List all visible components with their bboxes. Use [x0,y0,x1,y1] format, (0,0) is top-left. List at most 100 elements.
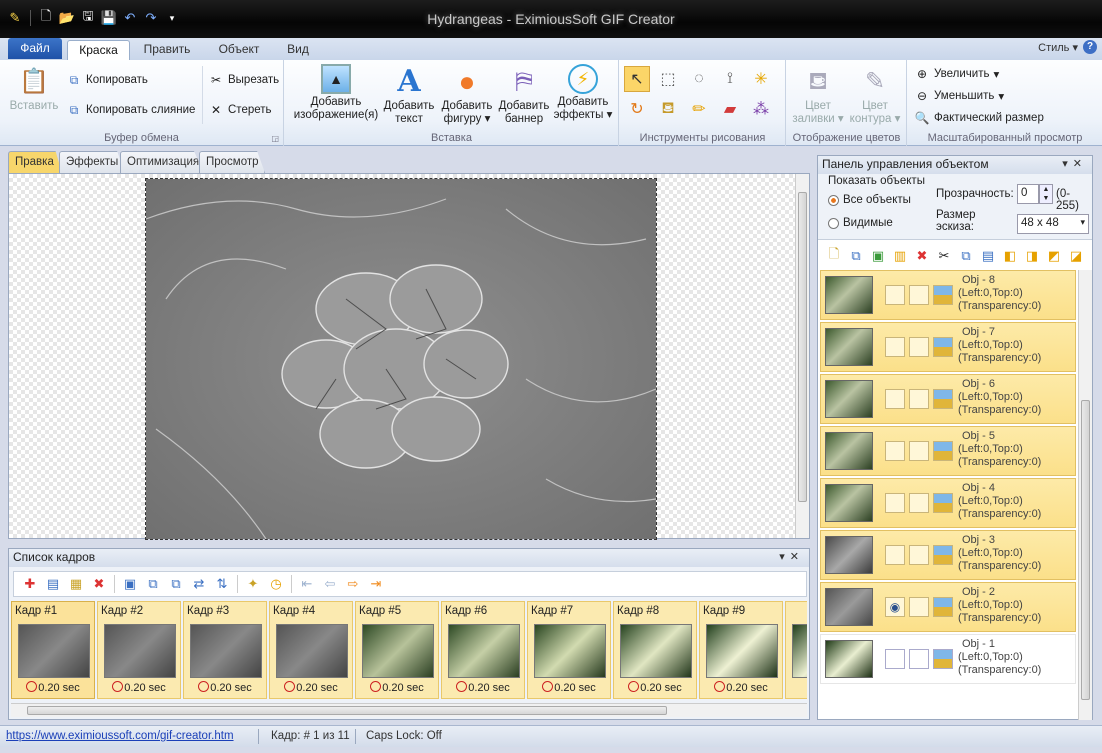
visibility-toggle[interactable] [885,389,905,409]
visibility-toggle[interactable] [885,285,905,305]
tab-edit[interactable]: Править [137,40,197,60]
cut-button[interactable]: ✂ Вырезать [208,72,279,88]
tab-paint[interactable]: Краска [67,40,130,60]
tab-view[interactable]: Вид [278,40,318,60]
canvas-vertical-scrollbar[interactable] [795,174,809,538]
send-back-icon[interactable]: ◪ [1066,246,1086,266]
object-item[interactable]: Obj - 7 (Left:0,Top:0) (Transparency:0) [820,322,1076,372]
add-image-object-icon[interactable]: ▣ [868,246,888,266]
add-frame-icon[interactable]: ✚ [20,574,40,594]
style-menu[interactable]: Стиль ▾ [1038,41,1078,54]
add-image-button[interactable]: ▲ Добавить изображение(я) [289,64,383,122]
last-frame-icon[interactable]: ⇥ [366,574,386,594]
frame-item[interactable]: Кадр #5 0.20 sec [355,601,439,699]
ellipse-select-icon[interactable]: ◌ [686,66,712,92]
close-panel-icon[interactable]: ✕ [790,551,804,563]
frame-item[interactable]: Кадр #2 0.20 sec [97,601,181,699]
radio-all-objects[interactable]: Все объекты [828,194,911,206]
visibility-toggle[interactable] [885,337,905,357]
add-banner-button[interactable]: ⛿ Добавить баннер [495,64,553,126]
pin-dropdown-icon[interactable]: ▾ [779,551,790,563]
lock-toggle[interactable] [909,545,929,565]
select-all-frames-icon[interactable]: ▣ [120,574,140,594]
tab-edit-view[interactable]: Правка [8,151,62,173]
duplicate-frame-icon[interactable]: ⧉ [143,574,163,594]
object-layers-icon[interactable]: ⧉ [956,246,976,266]
help-icon[interactable]: ? [1083,40,1097,54]
first-frame-icon[interactable]: ⇤ [297,574,317,594]
cut-object-icon[interactable]: ✂ [934,246,954,266]
delete-frame-icon[interactable]: ✖ [89,574,109,594]
tab-preview[interactable]: Просмотр [199,151,265,173]
lock-toggle[interactable] [909,441,929,461]
lock-toggle[interactable] [909,493,929,513]
lock-toggle[interactable] [909,597,929,617]
delete-object-icon[interactable]: ✖ [912,246,932,266]
object-list-scrollbar[interactable] [1078,270,1092,720]
add-text-button[interactable]: A Добавить текст [381,64,437,126]
lock-toggle[interactable] [909,337,929,357]
object-item[interactable]: Obj - 3 (Left:0,Top:0) (Transparency:0) [820,530,1076,580]
lock-toggle[interactable] [909,285,929,305]
paste-button[interactable]: 📋 Вставить [8,64,60,113]
tab-object[interactable]: Объект [208,40,270,60]
next-frame-icon[interactable]: ⇨ [343,574,363,594]
canvas-area[interactable] [8,173,810,540]
pencil-icon[interactable]: ✏ [686,96,712,122]
frame-item[interactable]: Кадр #7 0.20 sec [527,601,611,699]
spray-icon[interactable]: ⁂ [748,96,774,122]
visibility-toggle[interactable] [885,493,905,513]
radio-visible-objects[interactable]: Видимые [828,217,893,229]
add-effect-frame-icon[interactable]: ✦ [243,574,263,594]
prev-frame-icon[interactable]: ⇦ [320,574,340,594]
magic-wand-icon[interactable]: ✳ [748,66,774,92]
zoom-in-button[interactable]: ⊕ Увеличить ▾ [914,66,999,82]
website-link[interactable]: https://www.eximioussoft.com/gif-creator… [6,726,234,746]
frame-item[interactable]: Кадр #9 0.20 sec [699,601,783,699]
frame-horizontal-scrollbar[interactable] [11,703,807,717]
tab-optimization[interactable]: Оптимизация [120,151,204,173]
lock-toggle[interactable] [909,389,929,409]
object-item[interactable]: Obj - 1 (Left:0,Top:0) (Transparency:0) [820,634,1076,684]
copy-frames-icon[interactable]: ⧉ [166,574,186,594]
new-object-icon[interactable]: 🗋 [824,246,844,266]
frame-item[interactable]: Кадр #1 0.20 sec [11,601,95,699]
bring-forward-icon[interactable]: ◧ [1000,246,1020,266]
object-item[interactable]: Obj - 8 (Left:0,Top:0) (Transparency:0) [820,270,1076,320]
frame-item[interactable]: Кадр #3 0.20 sec [183,601,267,699]
lock-toggle[interactable] [909,649,929,669]
frame-timer-icon[interactable]: ◷ [266,574,286,594]
erase-button[interactable]: ✕ Стереть [208,102,272,118]
frame-scroll-thumb[interactable] [27,706,667,715]
frame-item-partial[interactable] [785,601,807,699]
select-arrow-icon[interactable]: ↖ [624,66,650,92]
edit-frame-icon[interactable]: ▦ [66,574,86,594]
frame-item[interactable]: Кадр #6 0.20 sec [441,601,525,699]
pin-dropdown-icon[interactable]: ▾ [1062,158,1073,170]
eye-icon[interactable]: ◉ [885,597,905,617]
rotate-icon[interactable]: ↻ [624,96,650,122]
outline-color-button[interactable]: ✎ Цвет контура ▾ [847,64,903,126]
copy-button[interactable]: ⧉ Копировать [66,72,148,88]
bring-front-icon[interactable]: ◩ [1044,246,1064,266]
copy-merge-button[interactable]: ⧉ Копировать слияние [66,102,196,118]
canvas-scroll-thumb[interactable] [798,192,807,502]
transparency-spinner[interactable]: ▲ ▼ [1039,184,1053,204]
object-item[interactable]: Obj - 4 (Left:0,Top:0) (Transparency:0) [820,478,1076,528]
copy-object-icon[interactable]: ⧉ [846,246,866,266]
visibility-toggle[interactable] [885,441,905,461]
transparency-input[interactable]: 0 [1017,184,1039,204]
tab-effects[interactable]: Эффекты [59,151,125,173]
zoom-out-button[interactable]: ⊖ Уменьшить ▾ [914,88,1004,104]
send-backward-icon[interactable]: ◨ [1022,246,1042,266]
dialog-launcher-icon[interactable]: ◲ [271,134,279,143]
frame-item[interactable]: Кадр #8 0.20 sec [613,601,697,699]
object-item[interactable]: Obj - 5 (Left:0,Top:0) (Transparency:0) [820,426,1076,476]
add-effects-button[interactable]: ⚡ Добавить эффекты ▾ [551,64,615,122]
lasso-select-icon[interactable]: ⟟ [717,66,743,92]
actual-size-button[interactable]: 🔍 Фактический размер [914,110,1044,126]
file-menu-button[interactable]: Файл [8,38,62,59]
reverse-frames-icon[interactable]: ⇄ [189,574,209,594]
embossed-image[interactable] [145,178,657,540]
insert-frame-icon[interactable]: ▤ [43,574,63,594]
